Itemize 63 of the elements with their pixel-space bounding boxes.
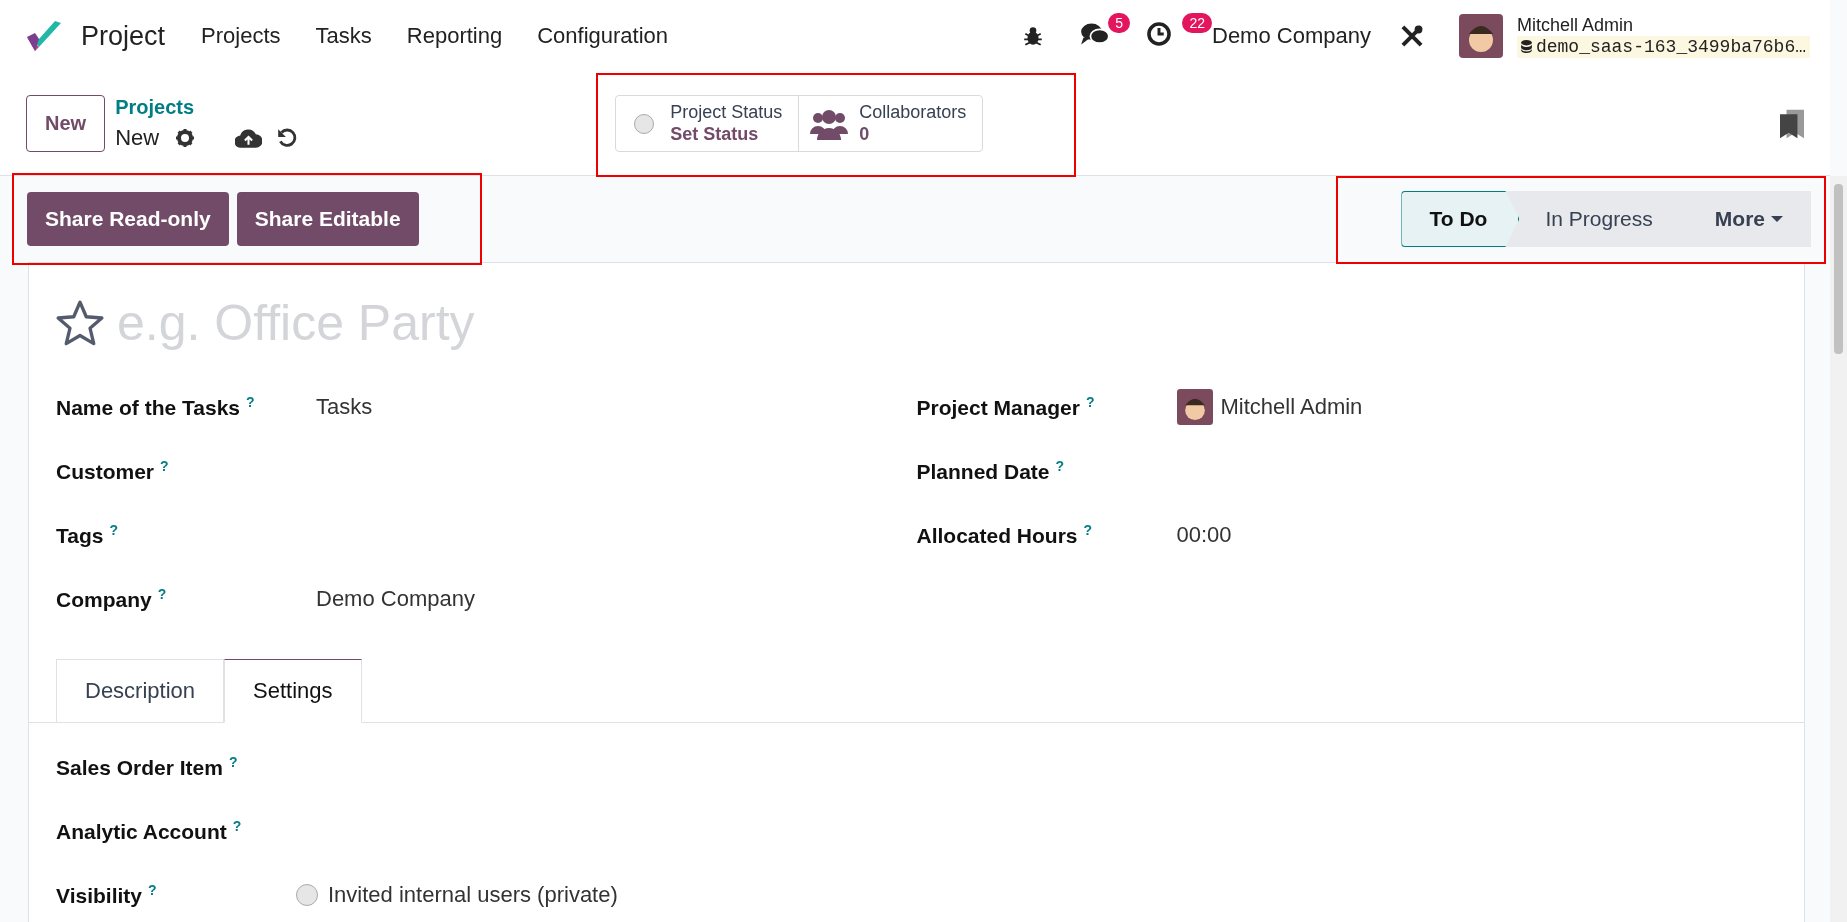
message-count-badge: 5 [1108,13,1130,33]
radio-button[interactable] [296,884,318,906]
field-label: Customer $^{?}$ [56,458,170,484]
radio-label[interactable]: Invited internal users (private) [328,882,618,908]
collaborators-label: Collaborators [859,101,967,124]
undo-icon[interactable] [276,127,299,149]
users-icon [809,107,850,140]
collaborators-count: 0 [859,123,871,146]
scrollbar[interactable] [1830,176,1847,922]
record-name: New [115,125,160,151]
field-label: Visibility $^{?}$ [56,882,158,908]
bookmark-icon[interactable] [1780,108,1804,139]
menu-item[interactable]: Reporting [406,23,503,49]
help-mark[interactable]: ? [232,818,242,834]
status-label: Project Status [670,101,783,124]
database-label: demo_saas-163_3499ba76b6… [1535,36,1806,57]
field-label: Tags $^{?}$ [56,522,120,548]
menu-item[interactable]: Tasks [315,23,372,49]
share-button[interactable]: Share Read-only [27,192,229,246]
project-status-button[interactable]: Project Status Set Status [616,95,799,152]
database-icon [1520,40,1532,53]
star-icon[interactable] [55,298,105,348]
breadcrumb-link[interactable]: Projects [115,96,316,119]
help-mark[interactable]: ? [1083,522,1093,538]
activity-count-badge: 22 [1182,13,1212,33]
help-mark[interactable]: ? [160,458,169,474]
new-button[interactable]: New [26,95,106,152]
help-mark[interactable]: ? [109,522,119,538]
user-avatar [1176,389,1213,425]
field-value[interactable]: 00:00 [1176,522,1232,548]
cloud-upload-icon[interactable] [235,128,263,148]
help-mark[interactable]: ? [157,586,167,602]
field-value[interactable]: Mitchell Admin [1220,394,1363,420]
field-label: Allocated Hours $^{?}$ [916,522,1094,548]
field-value[interactable]: Demo Company [316,586,475,612]
gear-icon[interactable] [175,128,196,148]
help-mark[interactable]: ? [1085,394,1095,410]
user-avatar[interactable] [1458,14,1503,58]
help-mark[interactable]: ? [228,754,238,770]
share-button[interactable]: Share Editable [236,192,419,246]
help-mark[interactable]: ? [246,394,255,410]
chat-icon[interactable] [1080,21,1110,47]
bug-icon[interactable] [1022,25,1044,47]
help-mark[interactable]: ? [1055,458,1065,474]
help-mark[interactable]: ? [148,882,157,898]
form-tab[interactable]: Settings [224,659,362,723]
field-label: Sales Order Item $^{?}$ [56,754,239,780]
status-dot-icon [634,113,655,134]
field-label: Company $^{?}$ [56,586,168,612]
field-label: Planned Date $^{?}$ [916,458,1066,484]
field-label: Analytic Account $^{?}$ [56,818,243,844]
app-name[interactable]: Project [81,20,166,52]
field-label: Project Manager $^{?}$ [916,394,1096,420]
field-value[interactable]: Tasks [316,394,373,420]
clock-icon[interactable] [1146,21,1172,47]
collaborators-button[interactable]: Collaborators 0 [798,95,983,152]
menu-item[interactable]: Configuration [537,23,669,49]
stage-button[interactable]: To Do [1401,191,1520,247]
menu-item[interactable]: Projects [201,23,281,49]
status-value: Set Status [670,123,760,146]
user-name[interactable]: Mitchell Admin [1516,14,1810,36]
field-label: Name of the Tasks $^{?}$ [56,394,256,420]
company-switcher[interactable]: Demo Company [1212,23,1371,49]
